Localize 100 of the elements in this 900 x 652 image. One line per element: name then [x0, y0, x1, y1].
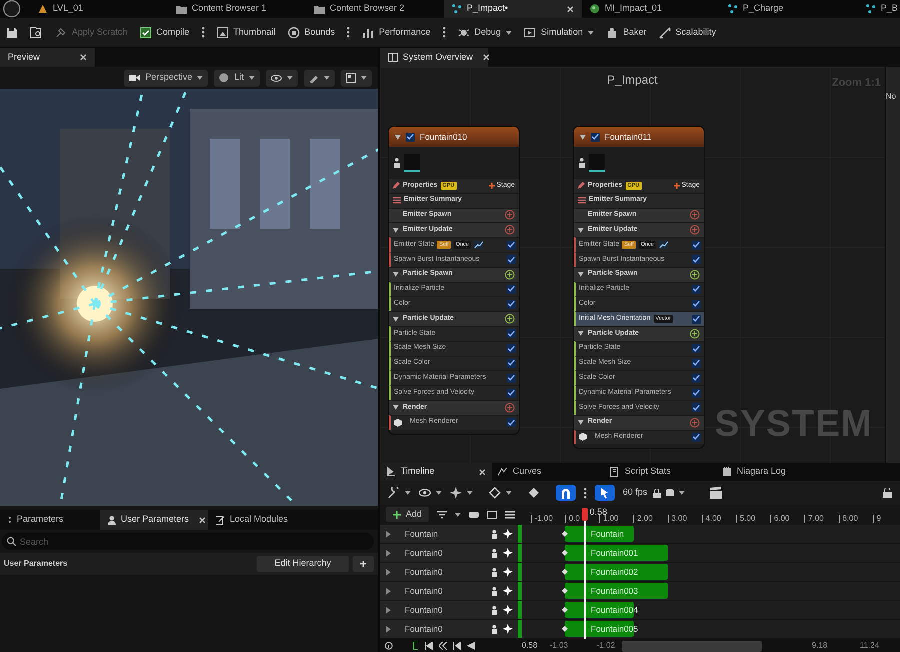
- options-icon[interactable]: [202, 27, 205, 38]
- collapse-icon[interactable]: [578, 272, 584, 278]
- expand-icon[interactable]: [386, 550, 391, 556]
- prev-frame-icon[interactable]: [453, 642, 461, 650]
- fps-button[interactable]: 60 fps: [623, 486, 685, 500]
- playback-button[interactable]: [450, 487, 473, 499]
- menu-icon[interactable]: [505, 510, 516, 518]
- add-icon[interactable]: [505, 225, 515, 236]
- checkbox[interactable]: [507, 344, 516, 354]
- document-tab[interactable]: LVL_01: [30, 0, 168, 18]
- keyframe-icon[interactable]: [562, 550, 568, 556]
- add-icon[interactable]: [690, 210, 700, 220]
- checkbox[interactable]: [692, 255, 701, 264]
- toolbar-button[interactable]: Performance: [362, 22, 431, 44]
- options-icon[interactable]: [347, 27, 350, 38]
- document-tab[interactable]: Content Browser 1: [168, 0, 306, 18]
- keyframe-icon[interactable]: [562, 531, 568, 537]
- close-icon[interactable]: [199, 516, 206, 524]
- collapse-icon[interactable]: [578, 420, 584, 426]
- add-icon[interactable]: [690, 225, 700, 236]
- add-button[interactable]: Add: [386, 507, 430, 522]
- collapse-icon[interactable]: [393, 228, 399, 233]
- checkbox[interactable]: [507, 374, 516, 383]
- panel-tab[interactable]: Script Stats: [604, 463, 716, 481]
- keyframe-icon[interactable]: [562, 569, 568, 575]
- add-icon[interactable]: [505, 270, 515, 280]
- add-icon[interactable]: [690, 270, 700, 280]
- panel-tab[interactable]: Preview: [0, 48, 95, 67]
- document-tab[interactable]: P_B: [858, 0, 900, 18]
- checkbox[interactable]: [692, 374, 701, 383]
- close-icon[interactable]: [479, 468, 486, 476]
- options-icon[interactable]: [584, 488, 587, 498]
- panel-tab[interactable]: System Overview: [380, 48, 488, 67]
- document-tab[interactable]: Content Browser 2: [306, 0, 444, 18]
- person-icon[interactable]: [491, 568, 498, 576]
- toolbar-button[interactable]: Baker: [606, 22, 647, 44]
- person-icon[interactable]: [491, 548, 498, 558]
- browse-icon[interactable]: [30, 26, 43, 38]
- person-icon[interactable]: [491, 606, 498, 614]
- document-tab[interactable]: P_Impact•: [444, 0, 582, 18]
- panel-tab[interactable]: Niagara Log: [716, 463, 828, 481]
- checkbox[interactable]: [507, 329, 516, 338]
- track-bar[interactable]: Fountain001: [565, 545, 668, 561]
- expand-icon[interactable]: [386, 568, 391, 576]
- collapse-icon[interactable]: [393, 272, 399, 278]
- settings-button[interactable]: [304, 70, 335, 86]
- checkbox[interactable]: [591, 132, 600, 142]
- clapper-button[interactable]: [708, 487, 723, 499]
- checkbox[interactable]: [507, 358, 516, 368]
- person-icon[interactable]: [491, 624, 498, 634]
- reverse-icon[interactable]: [467, 642, 475, 650]
- collapse-icon[interactable]: [578, 331, 584, 336]
- to-start-icon[interactable]: [425, 642, 433, 650]
- expand-icon[interactable]: [386, 626, 391, 632]
- add-icon[interactable]: [690, 418, 700, 428]
- expand-icon[interactable]: [386, 606, 391, 614]
- checkbox[interactable]: [406, 132, 415, 142]
- keyframe-icon[interactable]: [562, 626, 568, 632]
- expand-icon[interactable]: [386, 588, 391, 594]
- add-icon[interactable]: [505, 314, 515, 324]
- panel-tab[interactable]: Parameters: [0, 510, 100, 530]
- checkbox[interactable]: [507, 284, 516, 294]
- panel-tab[interactable]: Timeline: [380, 463, 492, 481]
- checkbox[interactable]: [692, 403, 701, 412]
- close-icon[interactable]: [80, 54, 87, 61]
- checkbox[interactable]: [692, 240, 701, 250]
- checkbox[interactable]: [692, 314, 701, 324]
- show-button[interactable]: [266, 70, 298, 86]
- checkbox[interactable]: [692, 300, 701, 309]
- save-icon[interactable]: [6, 26, 18, 38]
- toolbar-button[interactable]: Thumbnail: [216, 22, 276, 44]
- tools-button[interactable]: [388, 487, 411, 499]
- lighting-button[interactable]: Lit: [214, 70, 260, 86]
- search-field[interactable]: Search: [2, 533, 374, 550]
- checkbox[interactable]: [507, 418, 516, 428]
- person-icon[interactable]: [491, 530, 498, 538]
- lock-icon[interactable]: [883, 488, 892, 498]
- checkbox[interactable]: [507, 240, 516, 250]
- snap-button[interactable]: [556, 485, 576, 501]
- keyframe-icon[interactable]: [562, 588, 568, 594]
- checkbox[interactable]: [692, 388, 701, 398]
- info-icon[interactable]: [385, 642, 393, 650]
- track-bar[interactable]: Fountain002: [565, 564, 668, 580]
- checkbox[interactable]: [507, 300, 516, 309]
- emitter-node[interactable]: [389, 127, 519, 434]
- options-icon[interactable]: [442, 27, 446, 38]
- person-icon[interactable]: [491, 586, 498, 596]
- checkbox[interactable]: [692, 284, 701, 294]
- view-button[interactable]: [419, 489, 442, 497]
- emitter-node[interactable]: [574, 127, 704, 448]
- expand-icon[interactable]: [386, 530, 391, 538]
- panel-tab[interactable]: Local Modules: [208, 510, 328, 530]
- collapse-icon[interactable]: [393, 405, 399, 410]
- keyframe-button[interactable]: [528, 487, 540, 499]
- document-tab[interactable]: MI_Impact_01: [582, 0, 720, 18]
- toolbar-button[interactable]: Debug: [458, 22, 512, 44]
- edit-hierarchy-button[interactable]: Edit Hierarchy: [256, 556, 349, 572]
- track-bar[interactable]: Fountain003: [565, 583, 668, 599]
- collapse-icon[interactable]: [395, 134, 401, 140]
- toolbar-button[interactable]: Simulation: [524, 22, 594, 44]
